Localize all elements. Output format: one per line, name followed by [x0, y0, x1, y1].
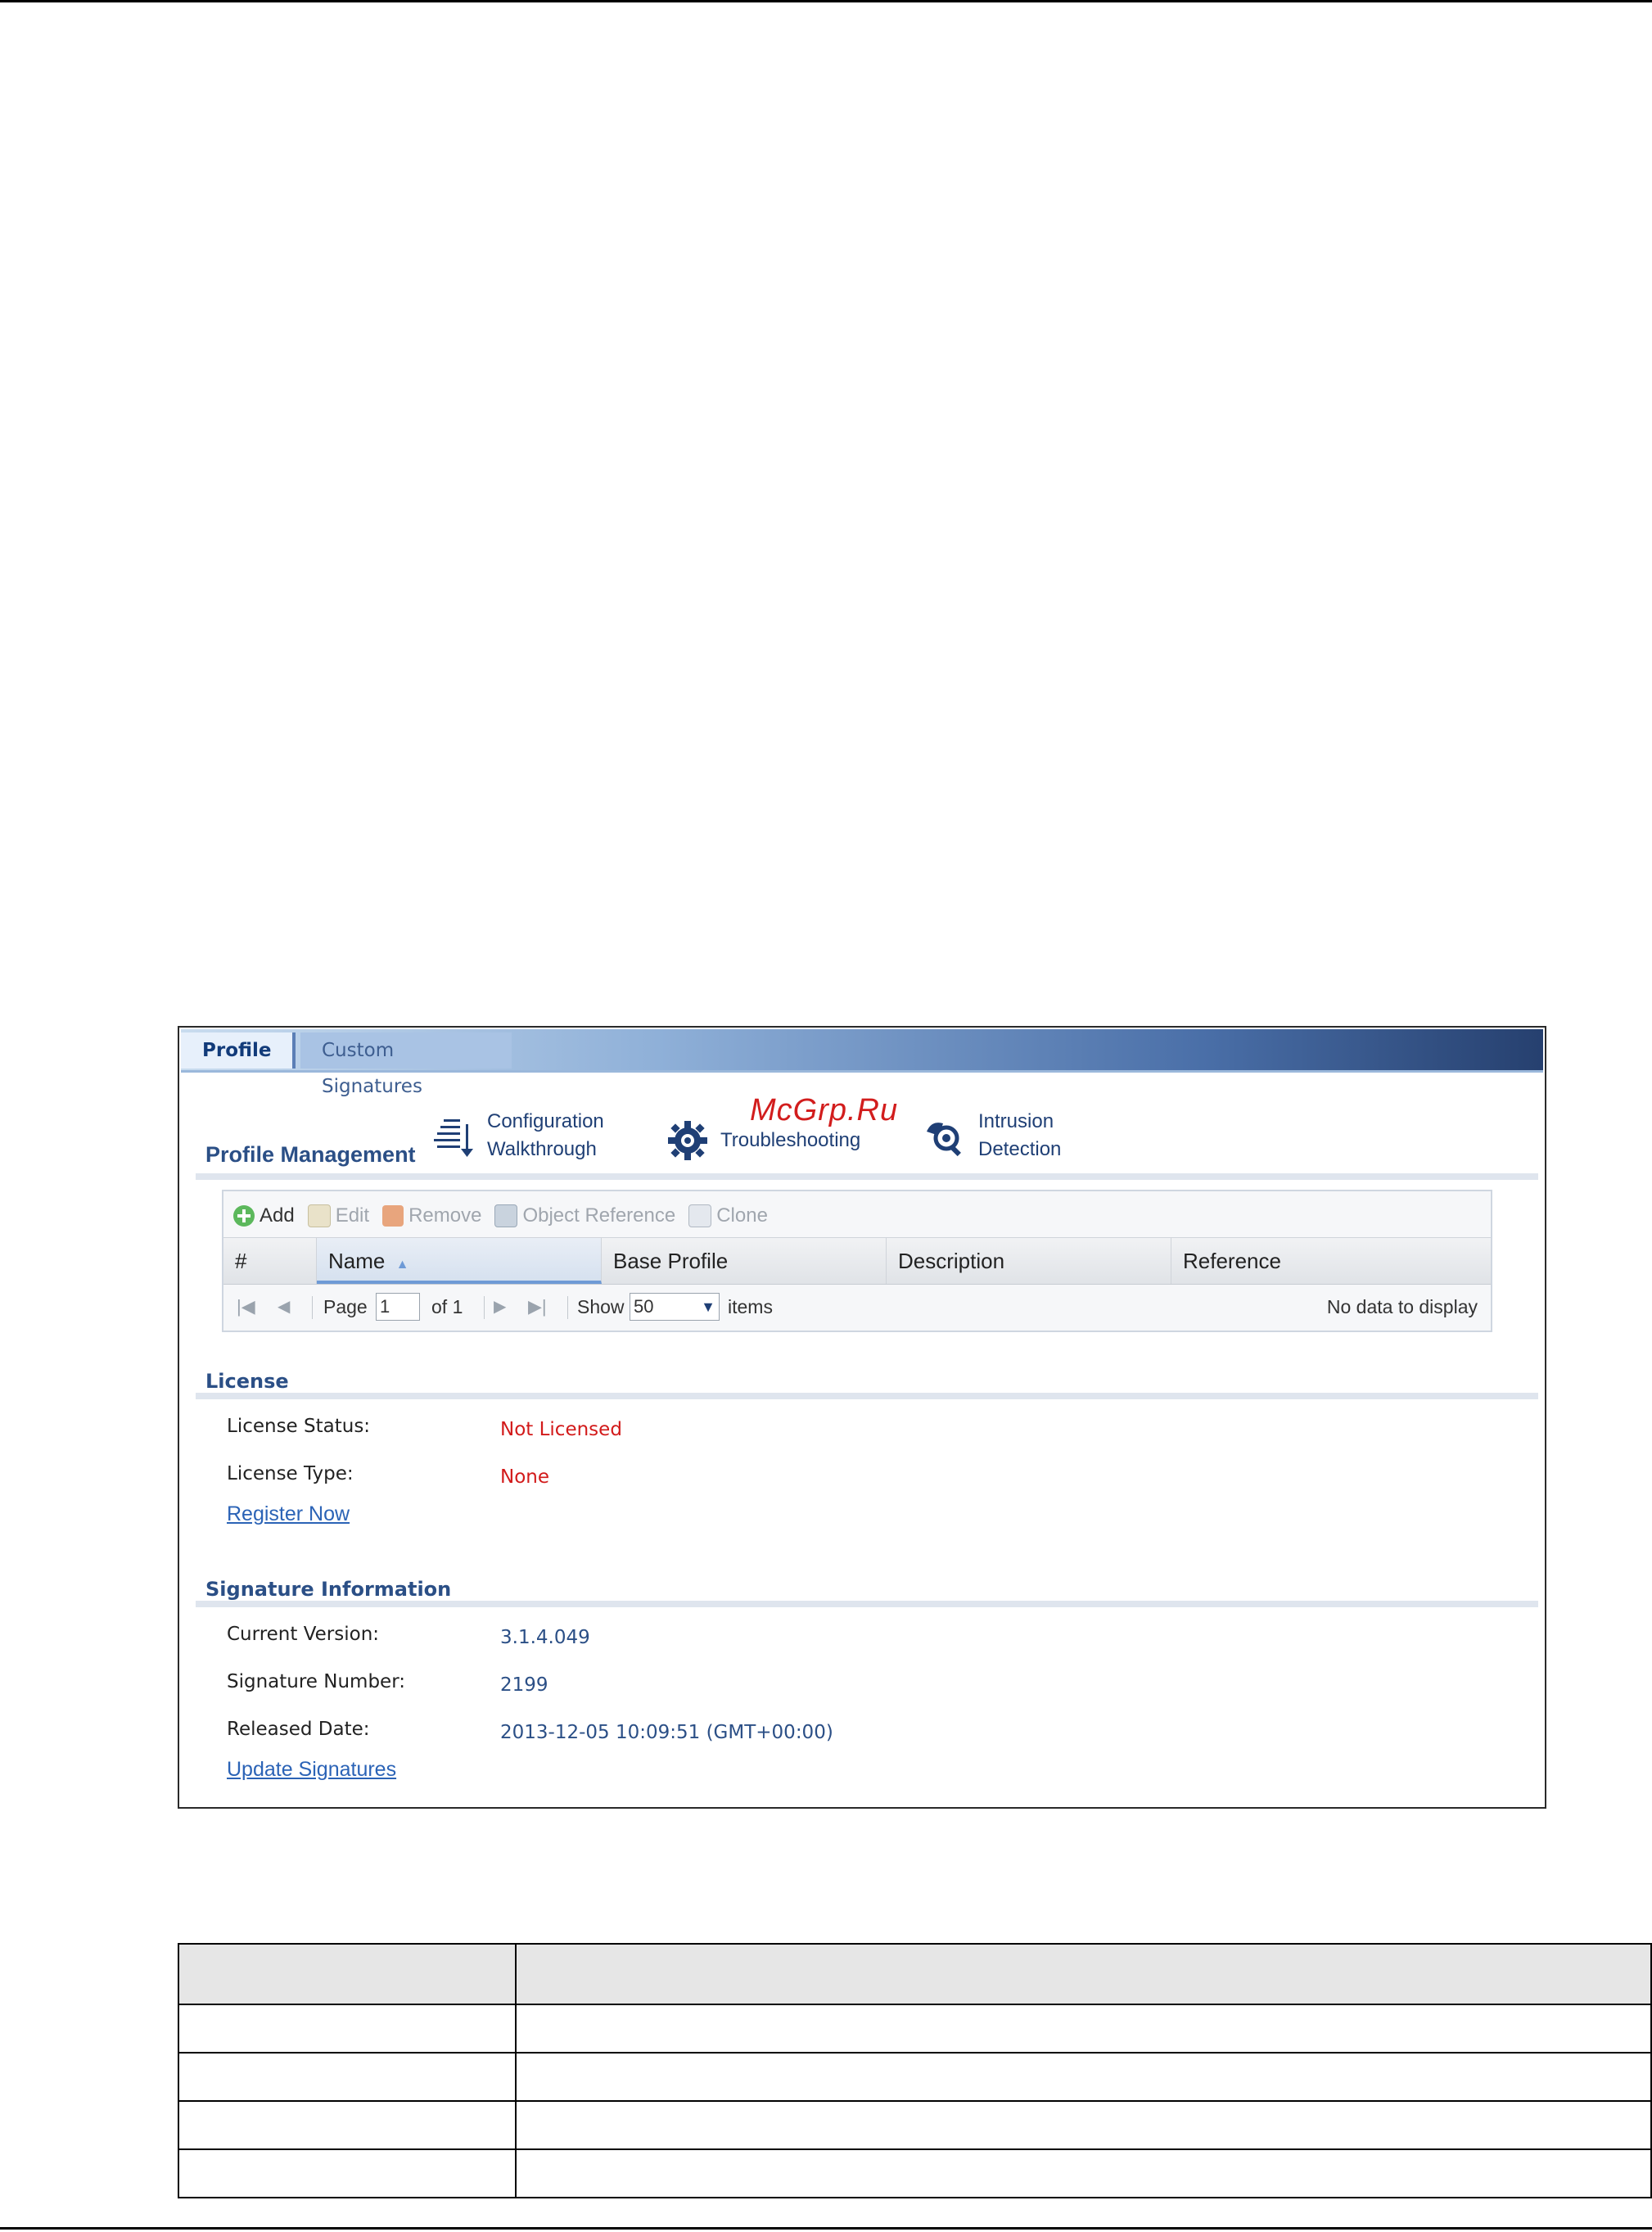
intrusion-detection-link[interactable]: Intrusion Detection — [923, 1108, 1061, 1163]
intrusion-line1: Intrusion — [978, 1110, 1054, 1132]
table-header-row — [178, 1943, 1652, 2005]
remove-label: Remove — [408, 1204, 482, 1227]
profile-management-title: Profile Management — [205, 1142, 416, 1167]
license-type-value: None — [500, 1466, 550, 1488]
table-cell — [178, 2100, 517, 2150]
next-page-icon[interactable]: ▶ — [494, 1285, 506, 1329]
troubleshooting-label: Troubleshooting — [720, 1129, 861, 1151]
column-header-base-profile[interactable]: Base Profile — [602, 1238, 887, 1284]
configuration-walkthrough-label: Configuration Walkthrough — [487, 1108, 604, 1163]
column-header-index[interactable]: # — [223, 1238, 317, 1284]
clone-icon — [688, 1204, 712, 1227]
add-icon — [233, 1205, 255, 1227]
items-label: items — [728, 1296, 773, 1317]
intrusion-detection-icon — [923, 1113, 968, 1159]
signature-information-divider — [196, 1601, 1538, 1607]
watermark: McGrp.Ru — [750, 1093, 899, 1127]
chevron-down-icon: ▼ — [701, 1299, 715, 1315]
column-header-reference[interactable]: Reference — [1171, 1238, 1491, 1284]
object-reference-label: Object Reference — [522, 1204, 676, 1227]
profile-grid: Add Edit Remove Object Reference Clone # — [222, 1190, 1492, 1332]
table-row — [178, 2052, 1652, 2102]
edit-icon — [307, 1204, 331, 1227]
current-version-value: 3.1.4.049 — [500, 1627, 590, 1648]
grid-pager: |◀ ◀ Page 1 of 1 ▶ ▶| Show 50 ▼ items No… — [223, 1285, 1491, 1329]
license-status-label: License Status: — [227, 1416, 371, 1437]
add-label: Add — [260, 1204, 295, 1227]
tab-profile[interactable]: Profile — [181, 1032, 296, 1069]
sort-ascending-icon: ▲ — [395, 1258, 409, 1272]
table-row — [178, 2148, 1652, 2198]
table-header-cell — [178, 1943, 517, 2005]
table-cell — [515, 2148, 1652, 2198]
clone-button[interactable]: Clone — [688, 1204, 768, 1227]
pager-separator — [312, 1296, 313, 1319]
troubleshooting-gear-icon — [665, 1118, 711, 1163]
table-cell — [178, 2004, 517, 2054]
object-reference-icon — [494, 1204, 518, 1227]
signature-number-value: 2199 — [500, 1674, 548, 1696]
pager-separator — [484, 1296, 485, 1319]
table-row — [178, 2100, 1652, 2150]
page-top-rule — [0, 0, 1652, 2]
configuration-walkthrough-link[interactable]: Configuration Walkthrough — [431, 1108, 604, 1163]
grid-toolbar: Add Edit Remove Object Reference Clone — [233, 1200, 781, 1232]
page-size-value: 50 — [634, 1296, 654, 1317]
license-type-label: License Type: — [227, 1463, 354, 1484]
column-header-name[interactable]: Name ▲ — [317, 1238, 602, 1284]
table-cell — [515, 2052, 1652, 2102]
ui-screenshot-panel: Profile Custom Signatures Profile Manage… — [178, 1026, 1546, 1809]
table-cell — [515, 2100, 1652, 2150]
object-reference-button[interactable]: Object Reference — [494, 1204, 675, 1227]
profile-management-divider — [196, 1173, 1538, 1180]
remove-button[interactable]: Remove — [382, 1204, 481, 1227]
tab-custom-signatures[interactable]: Custom Signatures — [300, 1032, 512, 1097]
edit-button[interactable]: Edit — [307, 1204, 370, 1227]
signature-number-label: Signature Number: — [227, 1671, 406, 1692]
table-cell — [178, 2052, 517, 2102]
table-cell — [515, 2004, 1652, 2054]
column-name-label: Name — [328, 1249, 386, 1273]
walkthrough-line2: Walkthrough — [487, 1138, 597, 1160]
intrusion-detection-label: Intrusion Detection — [978, 1108, 1061, 1163]
license-title: License — [205, 1370, 289, 1393]
current-version-label: Current Version: — [227, 1624, 380, 1645]
license-divider — [196, 1393, 1538, 1399]
trash-icon — [382, 1205, 404, 1227]
table-row — [178, 2004, 1652, 2054]
page-number-input[interactable]: 1 — [376, 1293, 420, 1321]
signature-information-title: Signature Information — [205, 1578, 452, 1601]
page-bottom-rule — [0, 2227, 1652, 2230]
last-page-icon[interactable]: ▶| — [528, 1285, 547, 1329]
add-button[interactable]: Add — [233, 1204, 295, 1227]
walkthrough-line1: Configuration — [487, 1110, 604, 1132]
update-signatures-link[interactable]: Update Signatures — [227, 1758, 396, 1782]
empty-grid-text: No data to display — [1326, 1296, 1478, 1317]
table-header-cell — [515, 1943, 1652, 2005]
first-page-icon[interactable]: |◀ — [237, 1285, 255, 1329]
grid-header: # Name ▲ Base Profile Description Refere… — [223, 1237, 1491, 1285]
show-label: Show — [577, 1296, 625, 1317]
edit-label: Edit — [335, 1204, 370, 1227]
page-size-select[interactable]: 50 ▼ — [630, 1293, 720, 1321]
intrusion-line2: Detection — [978, 1138, 1062, 1160]
released-date-label: Released Date: — [227, 1719, 370, 1740]
page-count-label: of 1 — [431, 1296, 463, 1317]
column-header-description[interactable]: Description — [887, 1238, 1171, 1284]
register-now-link[interactable]: Register Now — [227, 1502, 350, 1526]
page-label: Page — [323, 1296, 368, 1317]
released-date-value: 2013-12-05 10:09:51 (GMT+00:00) — [500, 1722, 833, 1743]
walkthrough-icon — [431, 1113, 477, 1159]
pager-separator — [567, 1296, 568, 1319]
clone-label: Clone — [716, 1204, 768, 1227]
label-description-table — [178, 1943, 1652, 2198]
tab-bar: Profile Custom Signatures — [181, 1029, 1543, 1097]
license-status-value: Not Licensed — [500, 1419, 622, 1440]
table-cell — [178, 2148, 517, 2198]
prev-page-icon[interactable]: ◀ — [278, 1285, 290, 1329]
